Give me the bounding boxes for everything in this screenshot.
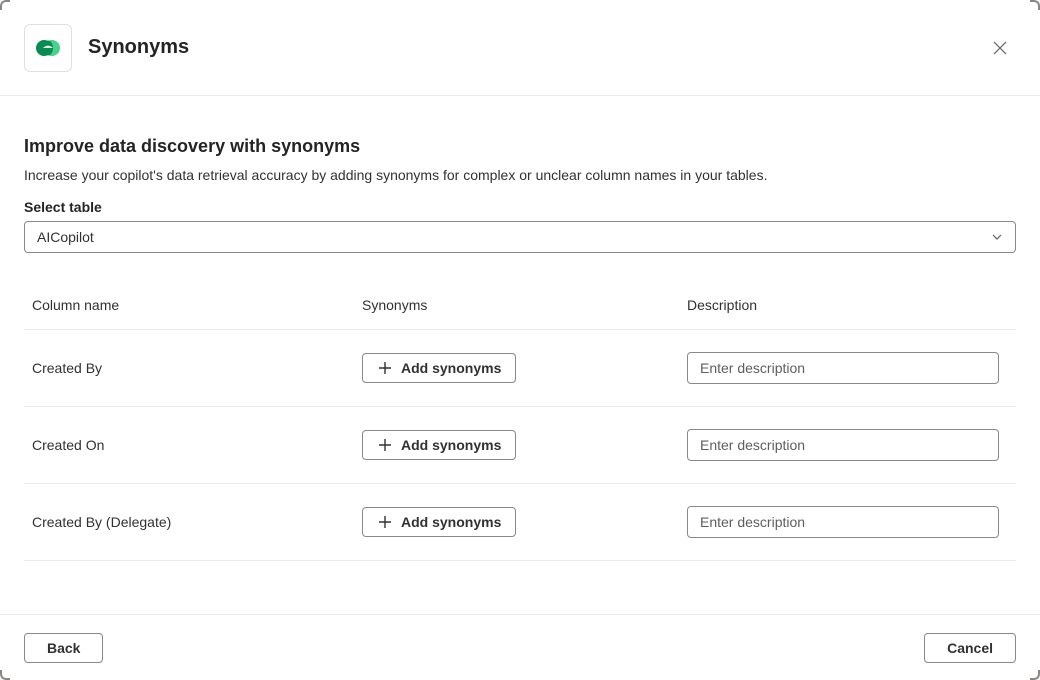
table-row: Created On Add synonyms: [24, 407, 1016, 484]
add-synonyms-button[interactable]: Add synonyms: [362, 507, 516, 537]
close-button[interactable]: [984, 32, 1016, 64]
plus-icon: [377, 360, 393, 376]
description-input[interactable]: [687, 429, 999, 461]
table-select[interactable]: AICopilot: [24, 221, 1016, 253]
plus-icon: [377, 437, 393, 453]
plus-icon: [377, 514, 393, 530]
chevron-down-icon: [991, 231, 1003, 243]
col-header-name: Column name: [32, 297, 362, 313]
description-input[interactable]: [687, 506, 999, 538]
cancel-button[interactable]: Cancel: [924, 633, 1016, 663]
grid-header: Column name Synonyms Description: [24, 281, 1016, 330]
section-title: Improve data discovery with synonyms: [24, 136, 1016, 157]
column-name-cell: Created By (Delegate): [32, 514, 362, 530]
col-header-description: Description: [687, 297, 1008, 313]
dataverse-icon: [34, 34, 62, 62]
column-name-cell: Created By: [32, 360, 362, 376]
description-input[interactable]: [687, 352, 999, 384]
dialog-header: Synonyms: [0, 0, 1040, 96]
add-synonyms-button[interactable]: Add synonyms: [362, 430, 516, 460]
table-select-value: AICopilot: [37, 229, 991, 245]
table-row: Created By Add synonyms: [24, 330, 1016, 407]
col-header-synonyms: Synonyms: [362, 297, 687, 313]
section-description: Increase your copilot's data retrieval a…: [24, 167, 1016, 183]
dialog-content: Improve data discovery with synonyms Inc…: [0, 96, 1040, 614]
add-synonyms-button[interactable]: Add synonyms: [362, 353, 516, 383]
add-synonyms-label: Add synonyms: [401, 514, 501, 530]
add-synonyms-label: Add synonyms: [401, 437, 501, 453]
dialog-title: Synonyms: [88, 36, 189, 59]
add-synonyms-label: Add synonyms: [401, 360, 501, 376]
column-name-cell: Created On: [32, 437, 362, 453]
close-icon: [992, 40, 1008, 56]
dialog-footer: Back Cancel: [0, 614, 1040, 680]
back-button[interactable]: Back: [24, 633, 103, 663]
app-icon: [24, 24, 72, 72]
header-left: Synonyms: [24, 24, 189, 72]
select-table-label: Select table: [24, 199, 1016, 215]
table-row: Created By (Delegate) Add synonyms: [24, 484, 1016, 561]
